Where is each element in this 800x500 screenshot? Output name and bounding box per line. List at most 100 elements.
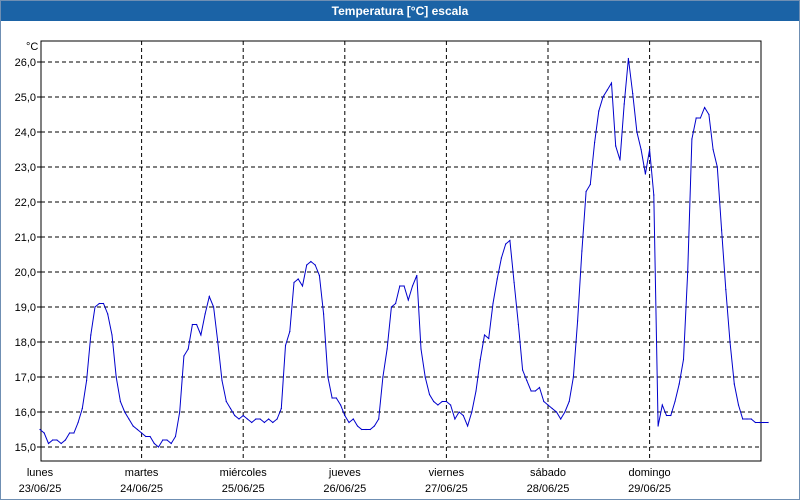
data-point (708, 113, 710, 116)
data-point (467, 425, 469, 427)
data-point (505, 243, 507, 245)
y-tick-label: 25,0 (15, 92, 36, 104)
data-point (229, 407, 232, 410)
x-tick-date-label: 28/06/25 (527, 483, 570, 495)
data-point (373, 425, 375, 427)
data-point (352, 418, 354, 420)
data-point (665, 414, 668, 417)
data-point (496, 278, 498, 280)
data-point (585, 190, 587, 193)
x-axis-ticks: lunes 23/06/25 martes 24/06/25 miércoles 25/0… (19, 467, 671, 495)
data-point (268, 418, 270, 420)
data-point (136, 428, 138, 431)
data-point (420, 348, 422, 350)
data-point (475, 390, 477, 392)
data-point (259, 418, 261, 420)
data-point (534, 390, 536, 392)
plot-area (40, 40, 762, 462)
y-tick-label: 21,0 (15, 232, 36, 244)
data-point (725, 288, 727, 291)
data-point (716, 166, 718, 168)
data-point (119, 400, 121, 403)
data-point (657, 425, 659, 427)
data-point (124, 411, 126, 413)
data-point (179, 411, 181, 413)
data-point (318, 274, 320, 277)
data-point (763, 421, 765, 424)
y-tick-label: 17,0 (15, 372, 36, 384)
data-point (653, 194, 655, 196)
data-point (386, 348, 388, 350)
data-point (458, 411, 460, 413)
x-tick-day-label: miércoles (220, 467, 268, 479)
data-point (767, 421, 769, 424)
data-point (314, 264, 316, 266)
data-point (627, 57, 630, 60)
data-point (513, 281, 515, 284)
data-point (610, 82, 613, 84)
data-point (530, 390, 532, 392)
data-point (543, 400, 545, 403)
data-point (729, 341, 731, 343)
data-point (572, 376, 575, 378)
data-point (644, 173, 647, 175)
data-point (60, 442, 62, 445)
data-point (509, 239, 511, 242)
data-point (445, 400, 447, 403)
data-point (43, 432, 45, 434)
data-point (111, 334, 113, 336)
data-point (568, 400, 570, 403)
data-point (73, 432, 75, 434)
data-point (213, 306, 215, 308)
data-point (149, 435, 151, 438)
data-point (221, 379, 223, 382)
data-point (492, 302, 494, 305)
data-point (733, 383, 735, 385)
data-point (263, 421, 265, 424)
data-point (619, 159, 621, 161)
data-point (217, 341, 219, 343)
data-point (157, 446, 160, 448)
data-point (547, 404, 549, 406)
data-point (691, 138, 693, 140)
data-point (411, 285, 414, 287)
data-point (174, 435, 177, 438)
data-point (77, 421, 79, 424)
data-point (682, 358, 685, 361)
data-point (526, 379, 528, 382)
data-point (94, 306, 96, 308)
data-point (255, 418, 257, 420)
data-point (191, 323, 193, 326)
temperature-chart: 15,0 16,0 17,0 18,0 19,0 20,0 21,0 22,0 23,0 24,0… (15, 40, 769, 495)
y-tick-label: 26,0 (15, 57, 36, 69)
data-point (403, 285, 405, 287)
x-tick-day-label: lunes (27, 467, 54, 479)
data-point (348, 421, 350, 424)
x-tick-day-label: viernes (429, 467, 465, 479)
data-point (331, 397, 333, 399)
data-point (335, 397, 337, 399)
data-point (369, 428, 371, 431)
data-point (382, 376, 384, 378)
data-point (750, 418, 752, 420)
data-point (704, 106, 706, 109)
data-point (47, 442, 50, 445)
data-point (39, 428, 41, 431)
data-point (208, 295, 210, 298)
data-point (500, 257, 502, 259)
data-point (742, 418, 744, 420)
data-point (56, 439, 58, 441)
data-point (606, 89, 608, 91)
y-axis-ticks: 15,0 16,0 17,0 18,0 19,0 20,0 21,0 22,0 23,0 24,0… (15, 57, 41, 454)
data-point (196, 323, 198, 326)
data-point (632, 92, 634, 95)
data-point (395, 302, 397, 305)
data-point (551, 407, 553, 410)
data-point (242, 414, 244, 417)
y-tick-label: 24,0 (15, 127, 36, 139)
data-point (581, 250, 583, 252)
x-tick-date-label: 29/06/25 (628, 483, 671, 495)
data-point (251, 421, 253, 424)
data-point (407, 299, 409, 301)
y-axis-label: °C (26, 41, 38, 53)
